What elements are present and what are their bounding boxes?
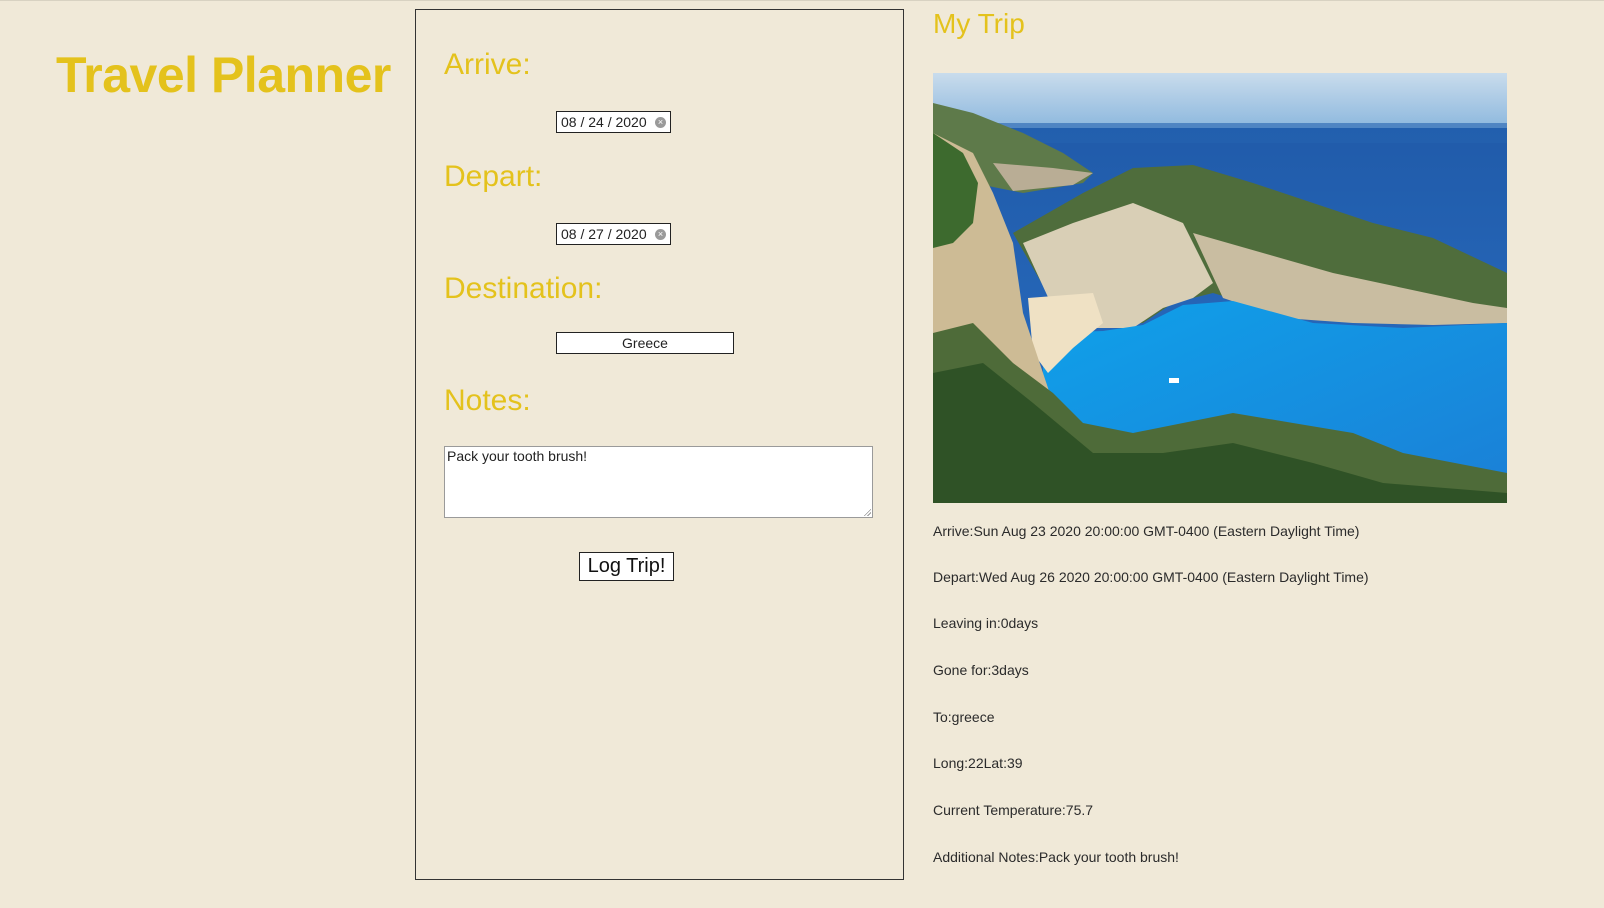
trip-form: Arrive: 08 / 24 / 2020 × Depart: 08 / 27… bbox=[415, 9, 904, 880]
notes-textarea[interactable]: Pack your tooth brush! bbox=[444, 446, 873, 518]
resize-grip-icon[interactable] bbox=[863, 508, 871, 516]
arrive-label: Arrive: bbox=[444, 48, 531, 81]
trip-depart: Depart:Wed Aug 26 2020 20:00:00 GMT-0400… bbox=[933, 569, 1369, 585]
log-trip-button[interactable]: Log Trip! bbox=[579, 552, 674, 581]
clear-icon[interactable]: × bbox=[655, 229, 666, 240]
destination-input[interactable]: Greece bbox=[556, 332, 734, 354]
depart-label: Depart: bbox=[444, 160, 543, 193]
depart-date-input[interactable]: 08 / 27 / 2020 × bbox=[556, 223, 671, 245]
beach-cove-photo bbox=[933, 73, 1507, 503]
trip-gone-for: Gone for:3days bbox=[933, 662, 1029, 678]
destination-label: Destination: bbox=[444, 272, 603, 305]
trip-destination: To:greece bbox=[933, 709, 995, 725]
trip-notes: Additional Notes:Pack your tooth brush! bbox=[933, 849, 1179, 865]
trip-temperature: Current Temperature:75.7 bbox=[933, 802, 1094, 818]
trip-leaving-in: Leaving in:0days bbox=[933, 615, 1039, 631]
trip-coordinates: Long:22Lat:39 bbox=[933, 755, 1023, 771]
trip-arrive: Arrive:Sun Aug 23 2020 20:00:00 GMT-0400… bbox=[933, 523, 1360, 539]
notes-label: Notes: bbox=[444, 384, 531, 417]
top-divider bbox=[0, 0, 1604, 1]
app-title: Travel Planner bbox=[56, 47, 391, 103]
trip-heading: My Trip bbox=[933, 8, 1025, 39]
notes-text: Pack your tooth brush! bbox=[447, 448, 588, 464]
clear-icon[interactable]: × bbox=[655, 117, 666, 128]
arrive-date-input[interactable]: 08 / 24 / 2020 × bbox=[556, 111, 671, 133]
arrive-date-value: 08 / 24 / 2020 bbox=[561, 114, 647, 130]
depart-date-value: 08 / 27 / 2020 bbox=[561, 226, 647, 242]
